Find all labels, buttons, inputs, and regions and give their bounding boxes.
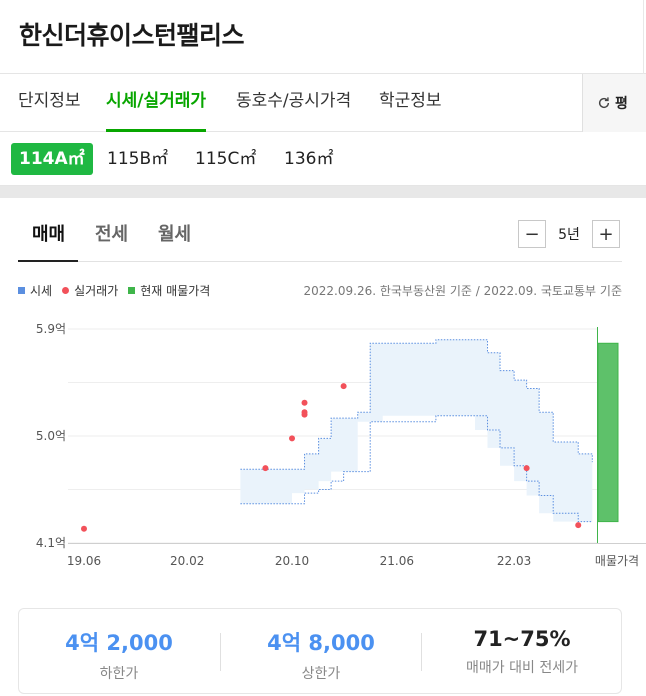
price-chart: 4.1억 5.0억 5.9억 19.06 20.02 20.10 21.06 22.03 매물가… <box>36 322 646 568</box>
period-decrease-button[interactable]: − <box>518 220 546 248</box>
legend-listing-swatch <box>128 287 136 294</box>
summary-lower: 4억 2,000 하한가 <box>19 609 219 695</box>
listing-bar <box>597 342 619 523</box>
period-control: − 5년 + <box>518 220 620 248</box>
legend-market-swatch <box>18 287 25 294</box>
legend-market: 시세 <box>18 282 52 299</box>
legend-actual-swatch <box>62 287 70 294</box>
summary-ratio: 71~75% 매매가 대비 전세가 <box>422 609 622 695</box>
y-tick-label: 4.1억 <box>36 536 66 550</box>
section-divider <box>0 186 646 198</box>
area-114a[interactable]: 114A㎡ <box>11 143 93 175</box>
x-tick-label: 19.06 <box>67 554 101 568</box>
legend-listing-label: 현재 매물가격 <box>140 284 211 298</box>
area-115b[interactable]: 115B㎡ <box>107 143 168 175</box>
x-tick-label: 20.02 <box>170 554 204 568</box>
area-selector: 114A㎡ 115B㎡ 115C㎡ 136㎡ <box>0 132 646 186</box>
summary-ratio-label: 매매가 대비 전세가 <box>466 660 578 676</box>
actual-point <box>523 465 530 472</box>
complex-title: 한신더휴이스턴팰리스 <box>19 21 245 50</box>
source-note: 2022.09.26. 한국부동산원 기준 / 2022.09. 국토교통부 기… <box>303 284 623 298</box>
summary-upper: 4억 8,000 상한가 <box>221 609 421 695</box>
tab-unit-info[interactable]: 동호수/공시가격 <box>236 74 351 132</box>
tab-price[interactable]: 시세/실거래가 <box>106 74 207 132</box>
actual-point <box>575 522 582 529</box>
period-value: 5년 <box>558 227 580 243</box>
legend-listing: 현재 매물가격 <box>128 282 210 299</box>
tab-monthly-rent[interactable]: 월세 <box>158 220 191 246</box>
header-divider <box>643 0 644 74</box>
main-tabs: 단지정보 시세/실거래가 동호수/공시가격 학군정보 평 <box>0 74 646 132</box>
area-136[interactable]: 136㎡ <box>284 143 333 175</box>
x-tick-label: 21.06 <box>380 554 414 568</box>
tab-complex-info[interactable]: 단지정보 <box>18 74 81 132</box>
tab-sale[interactable]: 매매 <box>32 220 65 246</box>
actual-point <box>301 399 308 406</box>
actual-point <box>301 409 308 416</box>
actual-point <box>81 525 87 532</box>
summary-lower-value: 4억 2,000 <box>65 631 173 655</box>
refresh-icon <box>598 97 610 109</box>
listing-label: 매물가격 <box>595 554 639 568</box>
trade-type-tabs: 매매 전세 월세 − 5년 + <box>0 198 646 262</box>
tab-jeonse[interactable]: 전세 <box>95 220 128 246</box>
chart-legend: 시세 실거래가 현재 매물가격 <box>18 282 220 299</box>
actual-point <box>262 465 269 472</box>
summary-upper-label: 상한가 <box>301 666 341 682</box>
actual-point <box>340 383 347 390</box>
subtab-active-indicator <box>18 260 78 262</box>
actual-point <box>289 435 296 442</box>
legend-market-label: 시세 <box>30 284 53 298</box>
price-summary: 4억 2,000 하한가 4억 8,000 상한가 71~75% 매매가 대비 … <box>18 608 622 694</box>
period-increase-button[interactable]: + <box>592 220 620 248</box>
y-tick-label: 5.9억 <box>36 322 66 336</box>
unit-toggle-button[interactable]: 평 <box>582 74 646 132</box>
x-tick-label: 20.10 <box>275 554 309 568</box>
legend-actual: 실거래가 <box>62 282 118 299</box>
summary-lower-label: 하한가 <box>99 666 139 682</box>
page-header: 한신더휴이스턴팰리스 <box>0 0 646 74</box>
x-tick-label: 22.03 <box>497 554 531 568</box>
summary-ratio-value: 71~75% <box>473 627 571 651</box>
subtab-baseline <box>18 261 622 262</box>
tab-school-info[interactable]: 학군정보 <box>379 74 442 132</box>
area-115c[interactable]: 115C㎡ <box>195 143 256 175</box>
unit-toggle-label: 평 <box>615 96 628 112</box>
legend-actual-label: 실거래가 <box>74 284 119 298</box>
summary-upper-value: 4억 8,000 <box>267 631 375 655</box>
y-tick-label: 5.0억 <box>36 429 66 443</box>
